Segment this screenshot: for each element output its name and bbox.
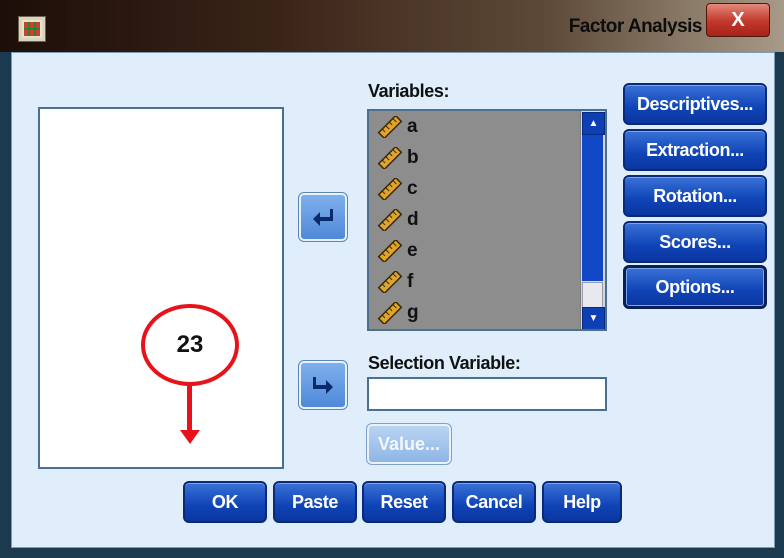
help-label: Help — [563, 491, 601, 512]
close-button[interactable]: X — [706, 3, 770, 37]
variable-name: a — [407, 115, 418, 137]
variable-item[interactable]: d — [369, 204, 605, 235]
factor-analysis-window: Factor Analysis X Variables: abcdefg ▲ ▼ — [0, 0, 784, 558]
scale-variable-icon — [377, 301, 403, 324]
variable-item[interactable]: b — [369, 142, 605, 173]
variable-item[interactable]: c — [369, 173, 605, 204]
variables-scrollbar[interactable]: ▲ ▼ — [580, 111, 605, 329]
variable-item[interactable]: a — [369, 111, 605, 142]
variables-label: Variables: — [368, 81, 450, 101]
step-annotation-circle: 23 — [141, 304, 239, 386]
close-icon: X — [731, 8, 745, 31]
variable-item[interactable]: e — [369, 235, 605, 266]
scale-variable-icon — [377, 239, 403, 262]
move-to-variables-button[interactable] — [298, 192, 348, 242]
scale-variable-icon — [377, 270, 403, 293]
reset-button[interactable]: Reset — [362, 481, 446, 523]
scale-variable-icon — [377, 115, 403, 138]
scroll-down-icon[interactable]: ▼ — [582, 307, 605, 329]
scores-label: Scores... — [659, 231, 731, 252]
variables-list[interactable]: abcdefg ▲ ▼ — [367, 109, 607, 331]
scale-variable-icon — [377, 146, 403, 169]
scroll-up-icon[interactable]: ▲ — [582, 112, 605, 135]
options-label: Options... — [655, 276, 735, 297]
variable-name: f — [407, 270, 414, 292]
cancel-button[interactable]: Cancel — [452, 481, 536, 523]
arrow-right-icon — [313, 377, 333, 394]
help-button[interactable]: Help — [542, 481, 622, 523]
reset-label: Reset — [380, 491, 428, 512]
variables-items: abcdefg — [369, 111, 605, 328]
variable-name: b — [407, 146, 419, 168]
spss-app-icon — [18, 16, 46, 42]
step-number: 23 — [176, 331, 204, 358]
extraction-button[interactable]: Extraction... — [623, 129, 767, 171]
dialog-body: Variables: abcdefg ▲ ▼ Selection Variabl… — [11, 52, 775, 548]
annotation-arrow-shaft — [187, 384, 192, 436]
selection-variable-label: Selection Variable: — [368, 353, 521, 373]
scores-button[interactable]: Scores... — [623, 221, 767, 263]
variable-name: g — [407, 301, 419, 323]
cancel-label: Cancel — [465, 491, 523, 512]
variable-name: d — [407, 208, 419, 230]
variable-name: e — [407, 239, 418, 261]
source-variable-list[interactable] — [38, 107, 284, 469]
scroll-track[interactable] — [582, 135, 603, 281]
descriptives-button[interactable]: Descriptives... — [623, 83, 767, 125]
rotation-label: Rotation... — [653, 185, 737, 206]
annotation-arrow-head — [180, 430, 200, 444]
ok-label: OK — [211, 491, 239, 512]
rotation-button[interactable]: Rotation... — [623, 175, 767, 217]
window-title: Factor Analysis — [568, 16, 703, 37]
value-button[interactable]: Value... — [366, 423, 452, 465]
scale-variable-icon — [377, 208, 403, 231]
scroll-thumb[interactable] — [582, 282, 603, 308]
paste-button[interactable]: Paste — [273, 481, 357, 523]
arrow-left-icon — [313, 209, 333, 226]
title-bar: Factor Analysis X — [0, 0, 784, 52]
extraction-label: Extraction... — [646, 139, 744, 160]
selection-variable-field[interactable] — [367, 377, 607, 411]
paste-label: Paste — [291, 491, 339, 512]
ok-button[interactable]: OK — [183, 481, 267, 523]
variable-item[interactable]: f — [369, 266, 605, 297]
descriptives-label: Descriptives... — [636, 93, 754, 114]
options-button[interactable]: Options... — [623, 265, 767, 309]
variable-item[interactable]: g — [369, 297, 605, 328]
scale-variable-icon — [377, 177, 403, 200]
variable-name: c — [407, 177, 418, 199]
move-to-selection-button[interactable] — [298, 360, 348, 410]
